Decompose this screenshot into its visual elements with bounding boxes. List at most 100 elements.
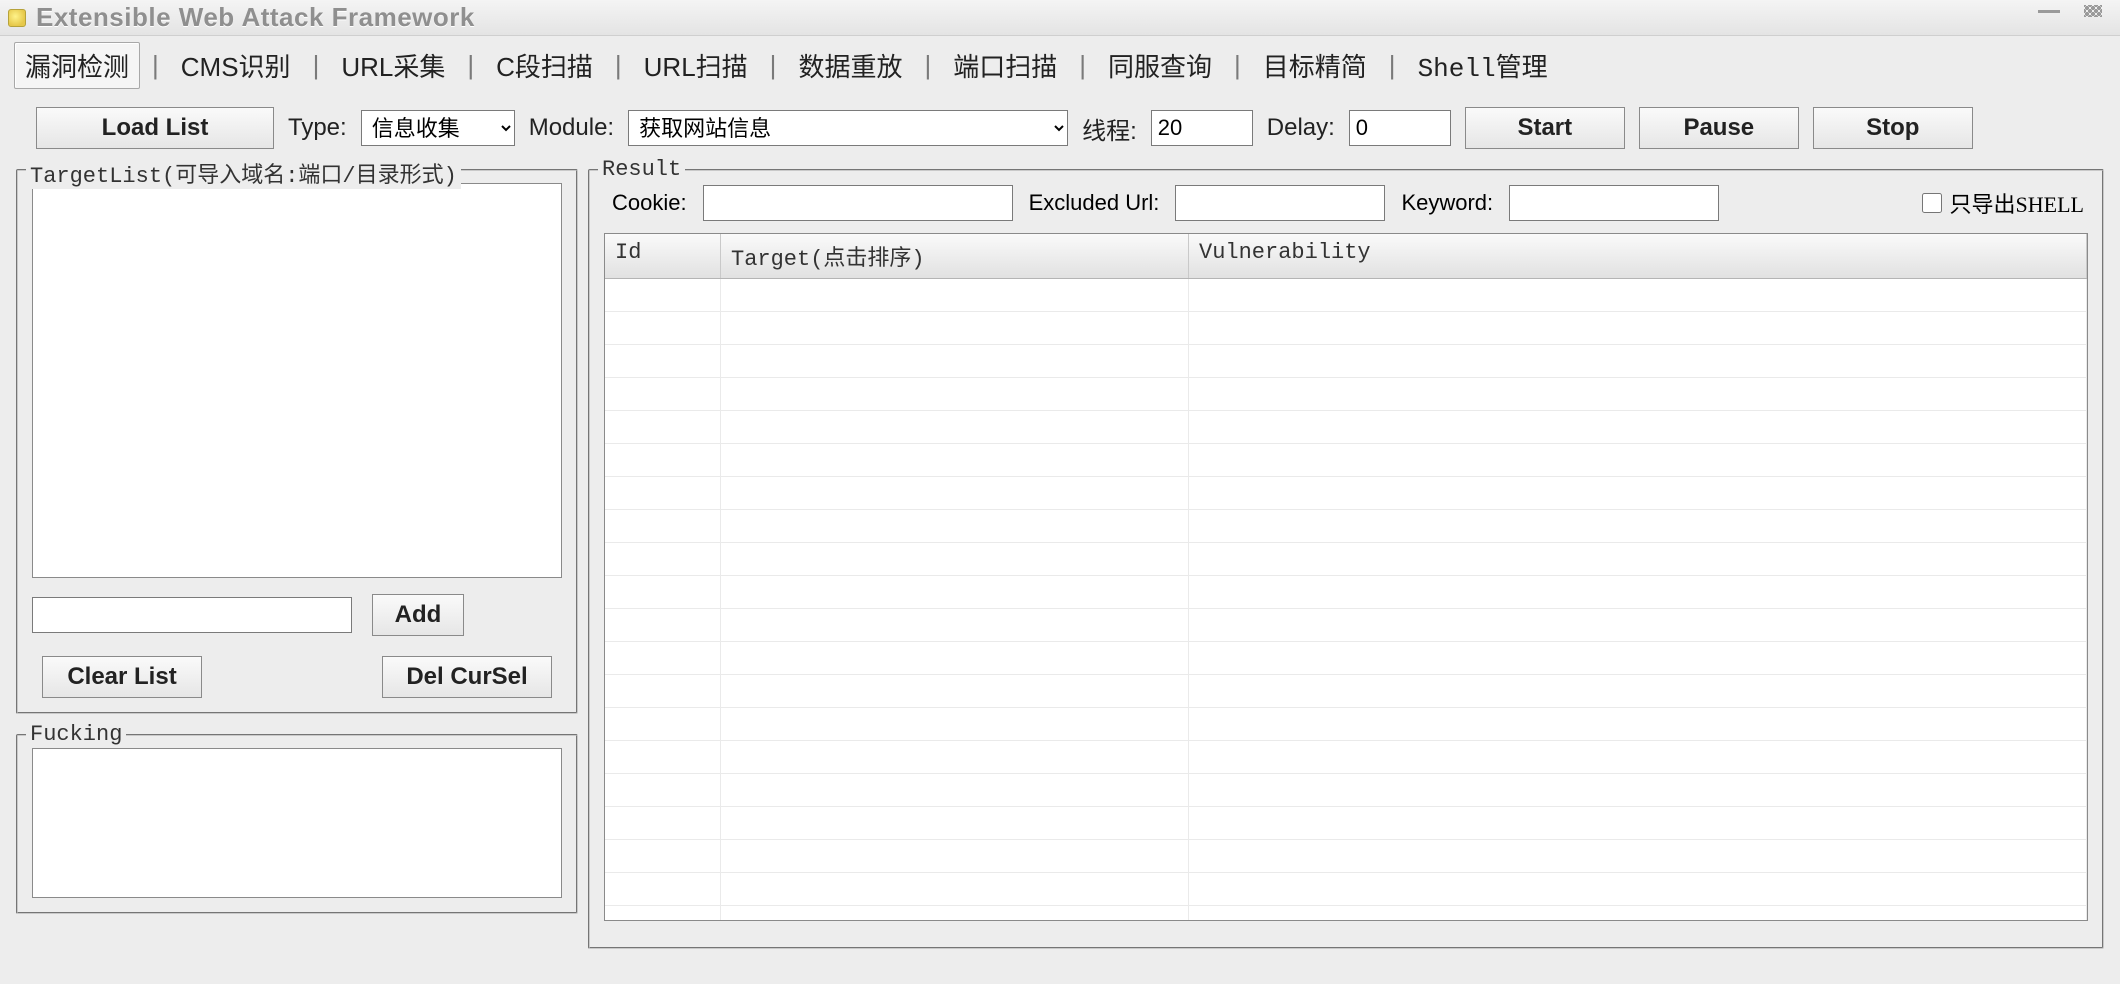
- cell-vuln: [1189, 774, 2087, 806]
- tab-9[interactable]: Shell管理: [1408, 43, 1558, 88]
- table-row[interactable]: [605, 609, 2087, 642]
- tab-2[interactable]: URL采集: [331, 43, 455, 88]
- cell-vuln: [1189, 411, 2087, 443]
- result-table: Id Target(点击排序) Vulnerability: [604, 233, 2088, 921]
- cell-id: [605, 510, 721, 542]
- cell-id: [605, 378, 721, 410]
- cookie-input[interactable]: [703, 185, 1013, 221]
- targetlist-textarea[interactable]: [32, 183, 562, 578]
- col-id[interactable]: Id: [605, 234, 721, 278]
- tab-separator: |: [764, 50, 783, 81]
- tab-3[interactable]: C段扫描: [486, 43, 603, 88]
- maximize-icon[interactable]: [2076, 4, 2110, 18]
- module-label: Module:: [529, 114, 614, 142]
- cell-target: [721, 675, 1189, 707]
- keyword-label: Keyword:: [1401, 190, 1493, 216]
- cell-id: [605, 312, 721, 344]
- cell-vuln: [1189, 741, 2087, 773]
- table-row[interactable]: [605, 675, 2087, 708]
- col-vulnerability[interactable]: Vulnerability: [1189, 234, 2087, 278]
- table-row[interactable]: [605, 378, 2087, 411]
- table-row[interactable]: [605, 444, 2087, 477]
- result-table-body: [605, 279, 2087, 921]
- cell-id: [605, 708, 721, 740]
- tab-8[interactable]: 目标精简: [1253, 43, 1377, 88]
- cell-id: [605, 543, 721, 575]
- cell-vuln: [1189, 279, 2087, 311]
- cell-target: [721, 543, 1189, 575]
- cell-target: [721, 741, 1189, 773]
- threads-input[interactable]: [1151, 110, 1253, 146]
- table-row[interactable]: [605, 708, 2087, 741]
- col-target[interactable]: Target(点击排序): [721, 234, 1189, 278]
- result-table-header: Id Target(点击排序) Vulnerability: [605, 234, 2087, 279]
- cell-vuln: [1189, 609, 2087, 641]
- result-legend: Result: [598, 157, 685, 182]
- tab-separator: |: [307, 50, 326, 81]
- tab-separator: |: [1383, 50, 1402, 81]
- window-controls: [2032, 4, 2110, 18]
- cell-target: [721, 873, 1189, 905]
- cell-vuln: [1189, 642, 2087, 674]
- start-button[interactable]: Start: [1465, 107, 1625, 149]
- targetlist-group: TargetList(可导入域名:端口/目录形式) Add Clear List…: [16, 169, 578, 714]
- table-row[interactable]: [605, 807, 2087, 840]
- table-row[interactable]: [605, 741, 2087, 774]
- add-button[interactable]: Add: [372, 594, 464, 636]
- table-row[interactable]: [605, 510, 2087, 543]
- tab-1[interactable]: CMS识别: [171, 43, 301, 88]
- cell-vuln: [1189, 807, 2087, 839]
- cell-vuln: [1189, 510, 2087, 542]
- table-row[interactable]: [605, 312, 2087, 345]
- stop-button[interactable]: Stop: [1813, 107, 1973, 149]
- delay-input[interactable]: [1349, 110, 1451, 146]
- type-label: Type:: [288, 114, 347, 142]
- fucking-textarea[interactable]: [32, 748, 562, 898]
- cell-vuln: [1189, 906, 2087, 921]
- window-titlebar: Extensible Web Attack Framework: [0, 0, 2120, 36]
- table-row[interactable]: [605, 477, 2087, 510]
- table-row[interactable]: [605, 279, 2087, 312]
- export-shell-checkbox[interactable]: [1922, 193, 1942, 213]
- target-add-input[interactable]: [32, 597, 352, 633]
- cell-target: [721, 411, 1189, 443]
- tab-0[interactable]: 漏洞检测: [14, 42, 140, 89]
- tab-5[interactable]: 数据重放: [788, 43, 912, 88]
- result-group: Result Cookie: Excluded Url: Keyword: 只导…: [588, 169, 2104, 949]
- excluded-url-input[interactable]: [1175, 185, 1385, 221]
- table-row[interactable]: [605, 543, 2087, 576]
- table-row[interactable]: [605, 576, 2087, 609]
- table-row[interactable]: [605, 774, 2087, 807]
- cell-target: [721, 378, 1189, 410]
- load-list-button[interactable]: Load List: [36, 107, 274, 149]
- cell-vuln: [1189, 378, 2087, 410]
- module-select[interactable]: 获取网站信息: [628, 110, 1068, 146]
- cell-target: [721, 510, 1189, 542]
- pause-button[interactable]: Pause: [1639, 107, 1799, 149]
- app-title: Extensible Web Attack Framework: [36, 2, 475, 33]
- clear-list-button[interactable]: Clear List: [42, 656, 202, 698]
- minimize-icon[interactable]: [2032, 4, 2066, 18]
- table-row[interactable]: [605, 642, 2087, 675]
- tab-7[interactable]: 同服查询: [1098, 43, 1222, 88]
- type-select[interactable]: 信息收集: [361, 110, 515, 146]
- cell-target: [721, 906, 1189, 921]
- cell-target: [721, 642, 1189, 674]
- table-row[interactable]: [605, 906, 2087, 921]
- tab-6[interactable]: 端口扫描: [943, 43, 1067, 88]
- del-cursel-button[interactable]: Del CurSel: [382, 656, 552, 698]
- keyword-input[interactable]: [1509, 185, 1719, 221]
- tab-4[interactable]: URL扫描: [634, 43, 758, 88]
- cell-id: [605, 609, 721, 641]
- fucking-legend: Fucking: [26, 722, 126, 747]
- cell-id: [605, 873, 721, 905]
- table-row[interactable]: [605, 873, 2087, 906]
- cell-target: [721, 774, 1189, 806]
- cell-target: [721, 807, 1189, 839]
- table-row[interactable]: [605, 345, 2087, 378]
- cell-target: [721, 444, 1189, 476]
- cell-id: [605, 840, 721, 872]
- table-row[interactable]: [605, 840, 2087, 873]
- table-row[interactable]: [605, 411, 2087, 444]
- cell-vuln: [1189, 873, 2087, 905]
